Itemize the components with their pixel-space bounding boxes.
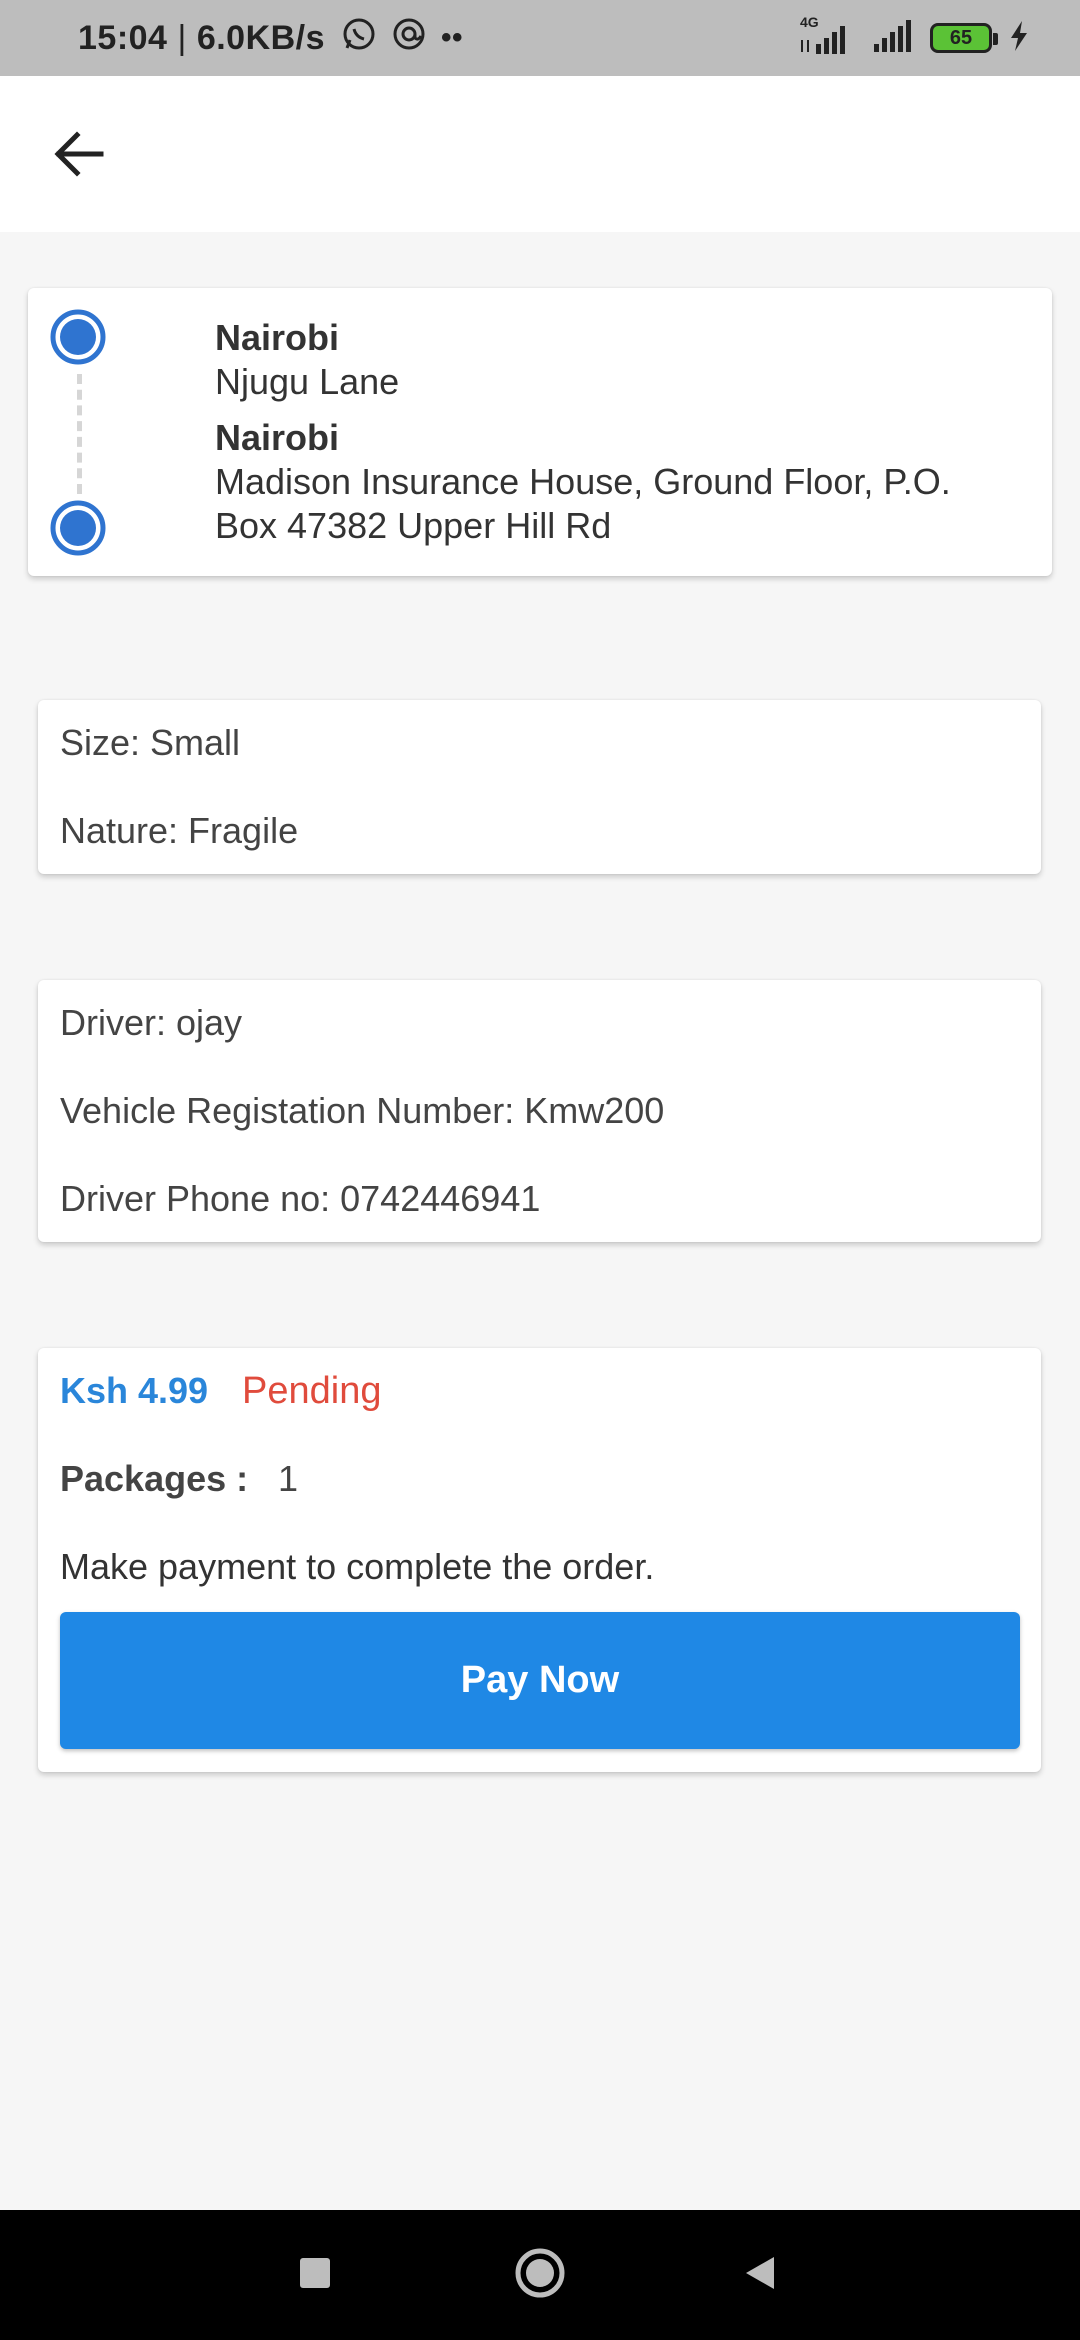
pickup-location: Nairobi Njugu Lane: [215, 316, 1015, 404]
dropoff-address: Madison Insurance House, Ground Floor, P…: [215, 461, 951, 546]
driver-name: Driver: ojay: [60, 1002, 243, 1043]
nav-home-button[interactable]: [505, 2210, 575, 2340]
signal-icon: [870, 16, 914, 61]
arrow-left-icon: [53, 130, 105, 182]
packages-count: 1: [278, 1458, 299, 1499]
square-icon: [298, 2256, 332, 2295]
pickup-city: Nairobi: [215, 317, 340, 358]
dropoff-city: Nairobi: [215, 417, 340, 458]
battery-level: 65: [949, 26, 973, 49]
triangle-left-icon: [740, 2253, 780, 2298]
app-bar: [0, 76, 1080, 232]
driver-phone: Driver Phone no: 0742446941: [60, 1178, 541, 1219]
whatsapp-icon: [341, 16, 377, 61]
network-speed: 6.0KB/s: [196, 18, 326, 57]
route-dashed-line: [77, 374, 82, 494]
status-bar-right: 4G 65: [796, 0, 1030, 76]
nav-recent-button[interactable]: [280, 2210, 350, 2340]
status-bar: 15:04 | 6.0KB/s •• 4G 65: [0, 0, 1080, 76]
at-sign-icon: [391, 16, 427, 61]
circle-icon: [513, 2246, 567, 2305]
pickup-address: Njugu Lane: [215, 361, 400, 402]
dropoff-location: Nairobi Madison Insurance House, Ground …: [215, 416, 1015, 548]
packages-label: Packages :: [60, 1458, 249, 1499]
dropoff-dot-icon: [49, 499, 107, 557]
more-dots: ••: [441, 21, 464, 54]
driver-info-card: Driver: ojay Vehicle Registation Number:…: [38, 980, 1041, 1242]
vehicle-registration: Vehicle Registation Number: Kmw200: [60, 1090, 665, 1131]
charging-icon: [1008, 19, 1030, 58]
pickup-dot-icon: [49, 308, 107, 366]
package-info-card: Size: Small Nature: Fragile: [38, 700, 1041, 874]
status-bar-left: 15:04 | 6.0KB/s ••: [78, 0, 463, 76]
battery-icon: 65: [930, 23, 998, 53]
clock: 15:04: [78, 18, 168, 57]
status-badge: Pending: [242, 1370, 382, 1412]
status-separator: |: [177, 18, 187, 57]
nav-back-button[interactable]: [725, 2210, 795, 2340]
route-card: Nairobi Njugu Lane Nairobi Madison Insur…: [28, 288, 1052, 576]
package-size: Size: Small: [60, 722, 241, 763]
pay-now-button[interactable]: Pay Now: [60, 1612, 1020, 1749]
order-price: Ksh 4.99: [60, 1370, 209, 1411]
signal-4g-icon: 4G: [796, 14, 854, 58]
package-nature: Nature: Fragile: [60, 810, 299, 851]
payment-message: Make payment to complete the order.: [60, 1546, 655, 1587]
back-button[interactable]: [44, 126, 114, 186]
system-nav-bar: [0, 2210, 1080, 2340]
